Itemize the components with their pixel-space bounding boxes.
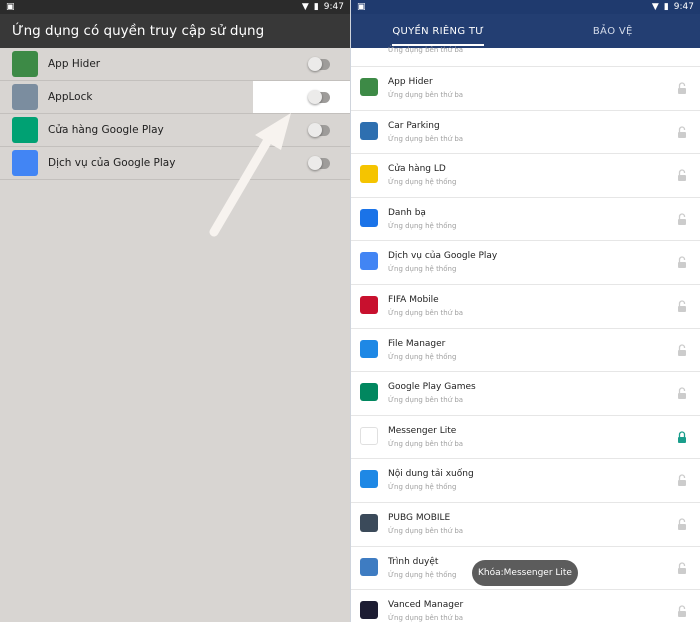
app-type: Ứng dụng bên thứ ba [388, 308, 464, 317]
lock-toast: Khóa:Messenger Lite [472, 560, 578, 586]
play-games-icon [360, 383, 378, 402]
app-name: Cửa hàng LD [388, 164, 446, 175]
play-services-icon [360, 252, 378, 271]
car-parking-icon [360, 121, 378, 140]
lock-icon[interactable] [677, 125, 687, 138]
lock-icon[interactable] [677, 213, 687, 225]
contacts-icon [360, 208, 378, 227]
app-type: Ứng dụng bên thứ ba [388, 134, 464, 143]
list-item[interactable]: Google Play Games Ứng dụng bên thứ ba [351, 372, 700, 416]
lock-icon[interactable] [677, 82, 687, 94]
app-type: Ứng dụng bên thứ ba [388, 526, 464, 535]
app-name: Vanced Manager [388, 600, 464, 611]
tab-protection[interactable]: BẢO VỆ [526, 14, 700, 48]
list-item[interactable]: PUBG MOBILE Ứng dụng bên thứ ba [351, 503, 700, 547]
applock-panel: ▣ ▼ ▮ 9:47 QUYỀN RIÊNG TƯ BẢO VỆ Ứng dụn… [350, 0, 700, 622]
wifi-icon: ▼ [651, 2, 659, 12]
lock-icon[interactable] [677, 256, 687, 269]
app-name: Nội dung tải xuống [388, 469, 474, 480]
usage-access-panel: ▣ ▼ ▮ 9:47 Ứng dụng có quyền truy cập sử… [0, 0, 350, 622]
list-item[interactable]: Messenger Lite Ứng dụng bên thứ ba [351, 416, 700, 460]
app-type: Ứng dụng bên thứ ba [388, 91, 464, 99]
app-name: Danh bạ [388, 207, 426, 218]
list-item[interactable]: Vanced Manager Ứng dụng bên thứ ba [351, 590, 700, 622]
tab-privacy[interactable]: QUYỀN RIÊNG TƯ [351, 14, 526, 48]
pointer-arrow [209, 113, 291, 237]
lock-icon[interactable] [677, 431, 687, 443]
lock-icon[interactable] [677, 605, 687, 618]
vanced-icon [360, 601, 378, 620]
lock-icon[interactable] [677, 518, 687, 530]
messenger-icon [360, 426, 378, 445]
status-time: 9:47 [673, 2, 694, 12]
app-name: Messenger Lite [388, 425, 457, 436]
app-hider-icon [360, 78, 378, 96]
app-name: Google Play Games [388, 382, 476, 393]
list-item[interactable]: Dịch vụ của Google Play Ứng dụng hệ thống [351, 241, 700, 285]
app-name: App Hider [388, 77, 433, 87]
list-item[interactable]: Nội dung tải xuống Ứng dụng hệ thống [351, 459, 700, 503]
list-item[interactable]: Ứng dụng bên thứ ba [351, 46, 700, 67]
app-type: Ứng dụng bên thứ ba [388, 614, 464, 622]
lock-icon[interactable] [677, 343, 687, 356]
list-item[interactable]: App Hider Ứng dụng bên thứ ba [351, 67, 700, 111]
app-name: Dịch vụ của Google Play [388, 251, 498, 262]
app-type: Ứng dụng hệ thống [388, 178, 457, 187]
lock-icon[interactable] [677, 300, 687, 312]
lock-icon[interactable] [677, 387, 687, 400]
browser-icon [360, 557, 378, 576]
app-name: Trình duyệt [388, 556, 439, 567]
app-name: File Manager [388, 338, 446, 349]
lock-icon[interactable] [677, 561, 687, 574]
app-name: FIFA Mobile [388, 294, 439, 305]
app-type: Ứng dụng hệ thống [388, 570, 457, 579]
battery-icon: ▮ [663, 2, 669, 12]
list-item[interactable]: File Manager Ứng dụng hệ thống [351, 329, 700, 373]
list-item[interactable]: Danh bạ Ứng dụng hệ thống [351, 198, 700, 242]
app-name: PUBG MOBILE [388, 512, 451, 523]
downloads-icon [360, 470, 378, 489]
app-type: Ứng dụng hệ thống [388, 483, 457, 492]
status-bar: ▣ ▼ ▮ 9:47 [351, 0, 700, 14]
app-name: Car Parking [388, 120, 440, 131]
lock-icon[interactable] [677, 169, 687, 182]
list-item[interactable]: Car Parking Ứng dụng bên thứ ba [351, 111, 700, 155]
lock-app-list: Ứng dụng bên thứ ba App Hider Ứng dụng bê… [351, 46, 700, 622]
ld-store-icon [360, 165, 378, 184]
lock-icon[interactable] [677, 474, 687, 487]
pubg-icon [360, 513, 378, 532]
tab-bar: QUYỀN RIÊNG TƯ BẢO VỆ [351, 14, 700, 48]
app-type: Ứng dụng bên thứ ba [388, 439, 464, 448]
list-item[interactable]: FIFA Mobile Ứng dụng bên thứ ba [351, 285, 700, 329]
app-type: Ứng dụng hệ thống [388, 265, 457, 274]
app-type: Ứng dụng bên thứ ba [388, 396, 464, 405]
file-manager-icon [360, 339, 378, 358]
app-type: Ứng dụng hệ thống [388, 352, 457, 361]
list-item[interactable]: Cửa hàng LD Ứng dụng hệ thống [351, 154, 700, 198]
fifa-icon [360, 295, 378, 314]
image-notification-icon: ▣ [357, 2, 366, 12]
app-type: Ứng dụng bên thứ ba [388, 46, 464, 54]
app-type: Ứng dụng hệ thống [388, 221, 457, 230]
